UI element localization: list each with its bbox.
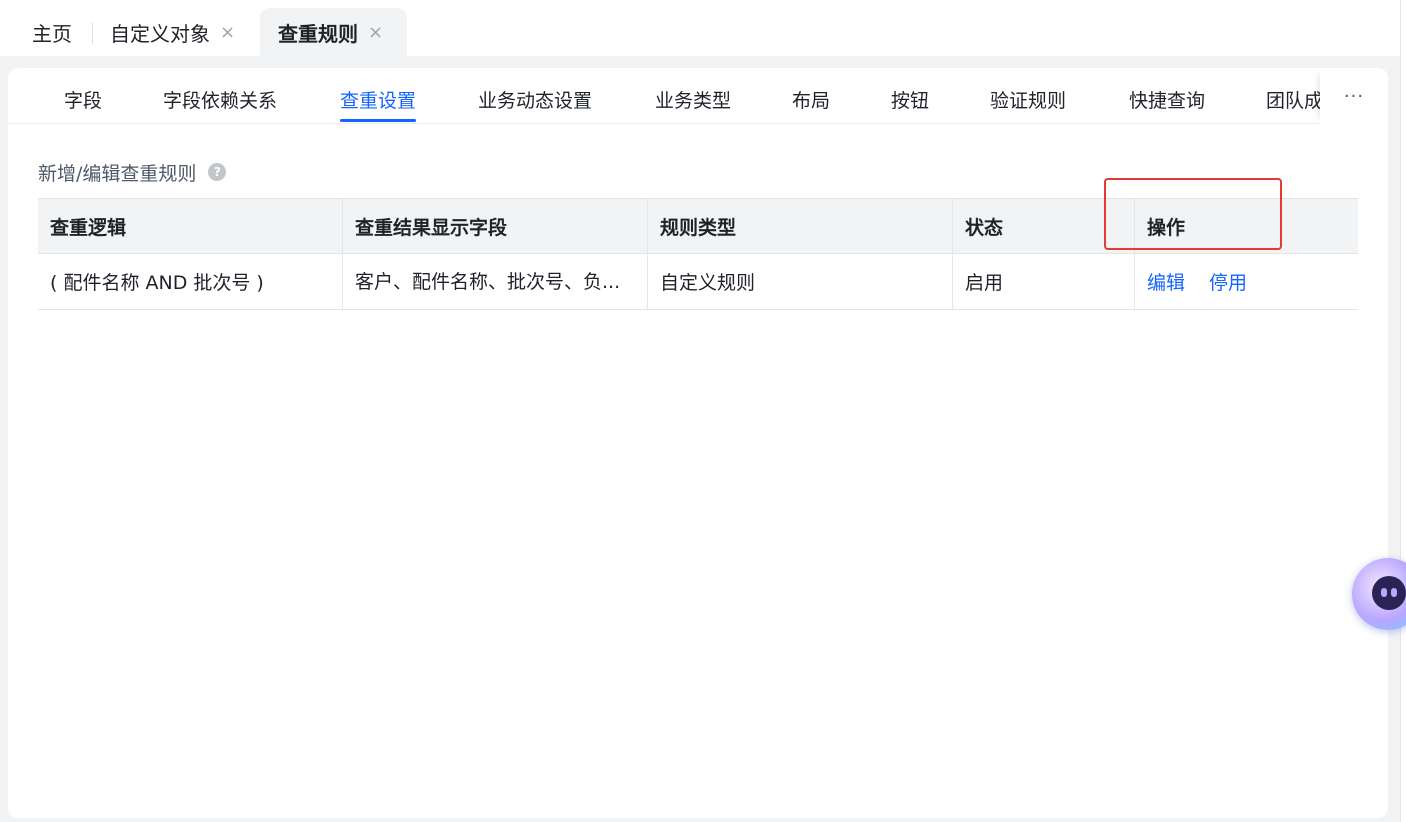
section-title-text: 新增/编辑查重规则 bbox=[38, 162, 197, 185]
page-tab-dedupe-rules-label: 查重规则 bbox=[278, 21, 358, 46]
header-status: 状态 bbox=[953, 199, 1135, 253]
header-dedupe-logic: 查重逻辑 bbox=[38, 199, 343, 253]
page-tab-home-label: 主页 bbox=[32, 21, 72, 46]
table-row: ( 配件名称 AND 批次号 ) 客户、配件名称、批次号、负... 自定义规则 … bbox=[38, 254, 1358, 310]
cell-display-fields: 客户、配件名称、批次号、负... bbox=[343, 254, 648, 309]
page-tab-home[interactable]: 主页 bbox=[32, 8, 72, 56]
tab-dedupe-settings[interactable]: 查重设置 bbox=[340, 86, 417, 122]
help-icon[interactable]: ? bbox=[208, 163, 227, 181]
tab-layout[interactable]: 布局 bbox=[792, 86, 830, 120]
assistant-face-icon bbox=[1372, 576, 1406, 610]
content-card: 字段 字段依赖关系 查重设置 业务动态设置 业务类型 布局 按钮 验证规则 快捷… bbox=[8, 68, 1388, 818]
tab-fields[interactable]: 字段 bbox=[64, 86, 102, 120]
close-icon[interactable]: × bbox=[368, 22, 383, 43]
cell-actions: 编辑 停用 bbox=[1135, 254, 1358, 309]
disable-link[interactable]: 停用 bbox=[1209, 268, 1247, 295]
page-tab-dedupe-rules[interactable]: 查重规则 × bbox=[260, 8, 407, 56]
page-tab-bar: 主页 自定义对象 × 查重规则 × bbox=[0, 0, 1400, 56]
close-icon[interactable]: × bbox=[220, 22, 235, 43]
tab-buttons[interactable]: 按钮 bbox=[891, 86, 929, 120]
dedupe-rules-table: 查重逻辑 查重结果显示字段 规则类型 状态 操作 ( 配件名称 AND 批次号 … bbox=[38, 198, 1358, 310]
edit-link[interactable]: 编辑 bbox=[1147, 268, 1185, 295]
more-icon: ··· bbox=[1343, 85, 1365, 107]
cell-rule-type: 自定义规则 bbox=[648, 254, 953, 309]
tab-quick-query[interactable]: 快捷查询 bbox=[1129, 86, 1205, 120]
section-title: 新增/编辑查重规则 ? bbox=[38, 160, 227, 185]
cell-dedupe-logic: ( 配件名称 AND 批次号 ) bbox=[38, 254, 343, 309]
page-tab-custom-object-label: 自定义对象 bbox=[110, 21, 210, 46]
tab-field-dependencies[interactable]: 字段依赖关系 bbox=[163, 86, 277, 120]
assistant-eye-icon bbox=[1391, 588, 1397, 597]
header-rule-type: 规则类型 bbox=[648, 199, 953, 253]
cell-status: 启用 bbox=[953, 254, 1135, 309]
window-edge bbox=[1400, 0, 1406, 822]
sub-tab-bar: 字段 字段依赖关系 查重设置 业务动态设置 业务类型 布局 按钮 验证规则 快捷… bbox=[8, 68, 1388, 124]
page-tab-custom-object[interactable]: 自定义对象 × bbox=[110, 8, 235, 56]
tab-team-members[interactable]: 团队成 bbox=[1266, 86, 1322, 120]
tab-business-activity-settings[interactable]: 业务动态设置 bbox=[478, 86, 592, 120]
tab-divider bbox=[92, 22, 93, 44]
assistant-eye-icon bbox=[1381, 588, 1387, 597]
header-display-fields: 查重结果显示字段 bbox=[343, 199, 648, 253]
tab-business-types[interactable]: 业务类型 bbox=[655, 86, 731, 120]
tab-validation-rules[interactable]: 验证规则 bbox=[990, 86, 1066, 120]
header-actions: 操作 bbox=[1147, 216, 1186, 239]
cell-display-fields-text: 客户、配件名称、批次号、负... bbox=[355, 270, 621, 293]
more-tabs-button[interactable]: ··· bbox=[1320, 68, 1388, 124]
table-header-row: 查重逻辑 查重结果显示字段 规则类型 状态 操作 bbox=[38, 198, 1358, 254]
